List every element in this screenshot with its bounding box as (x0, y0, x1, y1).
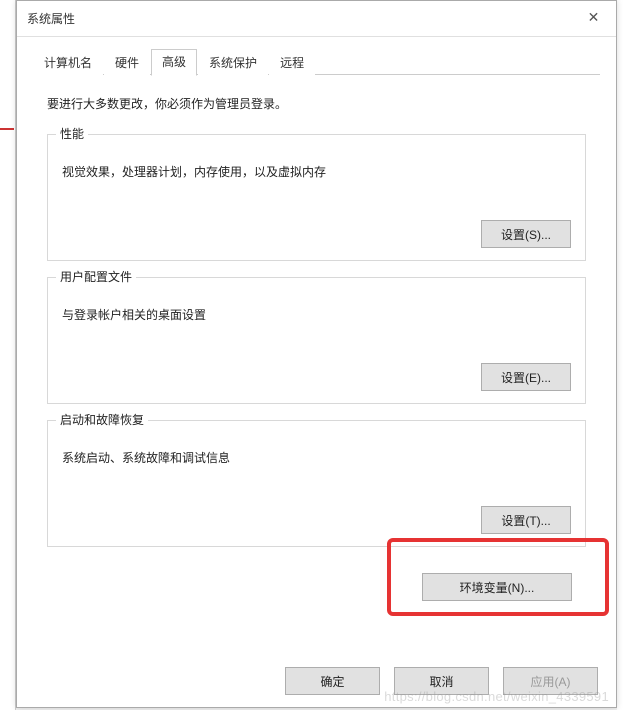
tab-remote[interactable]: 远程 (269, 50, 315, 75)
close-icon: ✕ (588, 9, 600, 26)
startup-recovery-group: 启动和故障恢复 系统启动、系统故障和调试信息 设置(T)... (47, 420, 586, 547)
titlebar: 系统属性 ✕ (17, 1, 616, 37)
user-profile-description: 与登录帐户相关的桌面设置 (62, 306, 571, 323)
ok-button[interactable]: 确定 (285, 667, 380, 695)
user-profile-settings-button[interactable]: 设置(E)... (481, 363, 571, 391)
close-button[interactable]: ✕ (571, 1, 616, 33)
startup-recovery-legend: 启动和故障恢复 (56, 411, 148, 428)
tab-panel-advanced: 要进行大多数更改，你必须作为管理员登录。 性能 视觉效果，处理器计划，内存使用，… (33, 75, 600, 631)
dialog-footer: 确定 取消 应用(A) (285, 667, 598, 695)
performance-group: 性能 视觉效果，处理器计划，内存使用，以及虚拟内存 设置(S)... (47, 134, 586, 261)
tab-computer-name[interactable]: 计算机名 (33, 50, 103, 75)
apply-button[interactable]: 应用(A) (503, 667, 598, 695)
user-profile-group: 用户配置文件 与登录帐户相关的桌面设置 设置(E)... (47, 277, 586, 404)
performance-description: 视觉效果，处理器计划，内存使用，以及虚拟内存 (62, 163, 571, 180)
user-profile-legend: 用户配置文件 (56, 268, 136, 285)
performance-settings-button[interactable]: 设置(S)... (481, 220, 571, 248)
startup-recovery-description: 系统启动、系统故障和调试信息 (62, 449, 571, 466)
tab-advanced[interactable]: 高级 (151, 49, 197, 76)
background-left-strip (0, 0, 16, 710)
system-properties-dialog: 系统属性 ✕ 计算机名 硬件 高级 系统保护 远程 要进行大多数更改，你必须作为… (16, 0, 617, 708)
cancel-button[interactable]: 取消 (394, 667, 489, 695)
startup-recovery-settings-button[interactable]: 设置(T)... (481, 506, 571, 534)
dialog-title: 系统属性 (27, 10, 75, 27)
tab-system-protection[interactable]: 系统保护 (198, 50, 268, 75)
performance-legend: 性能 (56, 125, 88, 142)
admin-required-message: 要进行大多数更改，你必须作为管理员登录。 (47, 95, 586, 112)
background-right-strip (617, 0, 629, 710)
environment-variables-button[interactable]: 环境变量(N)... (422, 573, 572, 601)
tab-strip: 计算机名 硬件 高级 系统保护 远程 (33, 49, 600, 75)
tab-hardware[interactable]: 硬件 (104, 50, 150, 75)
